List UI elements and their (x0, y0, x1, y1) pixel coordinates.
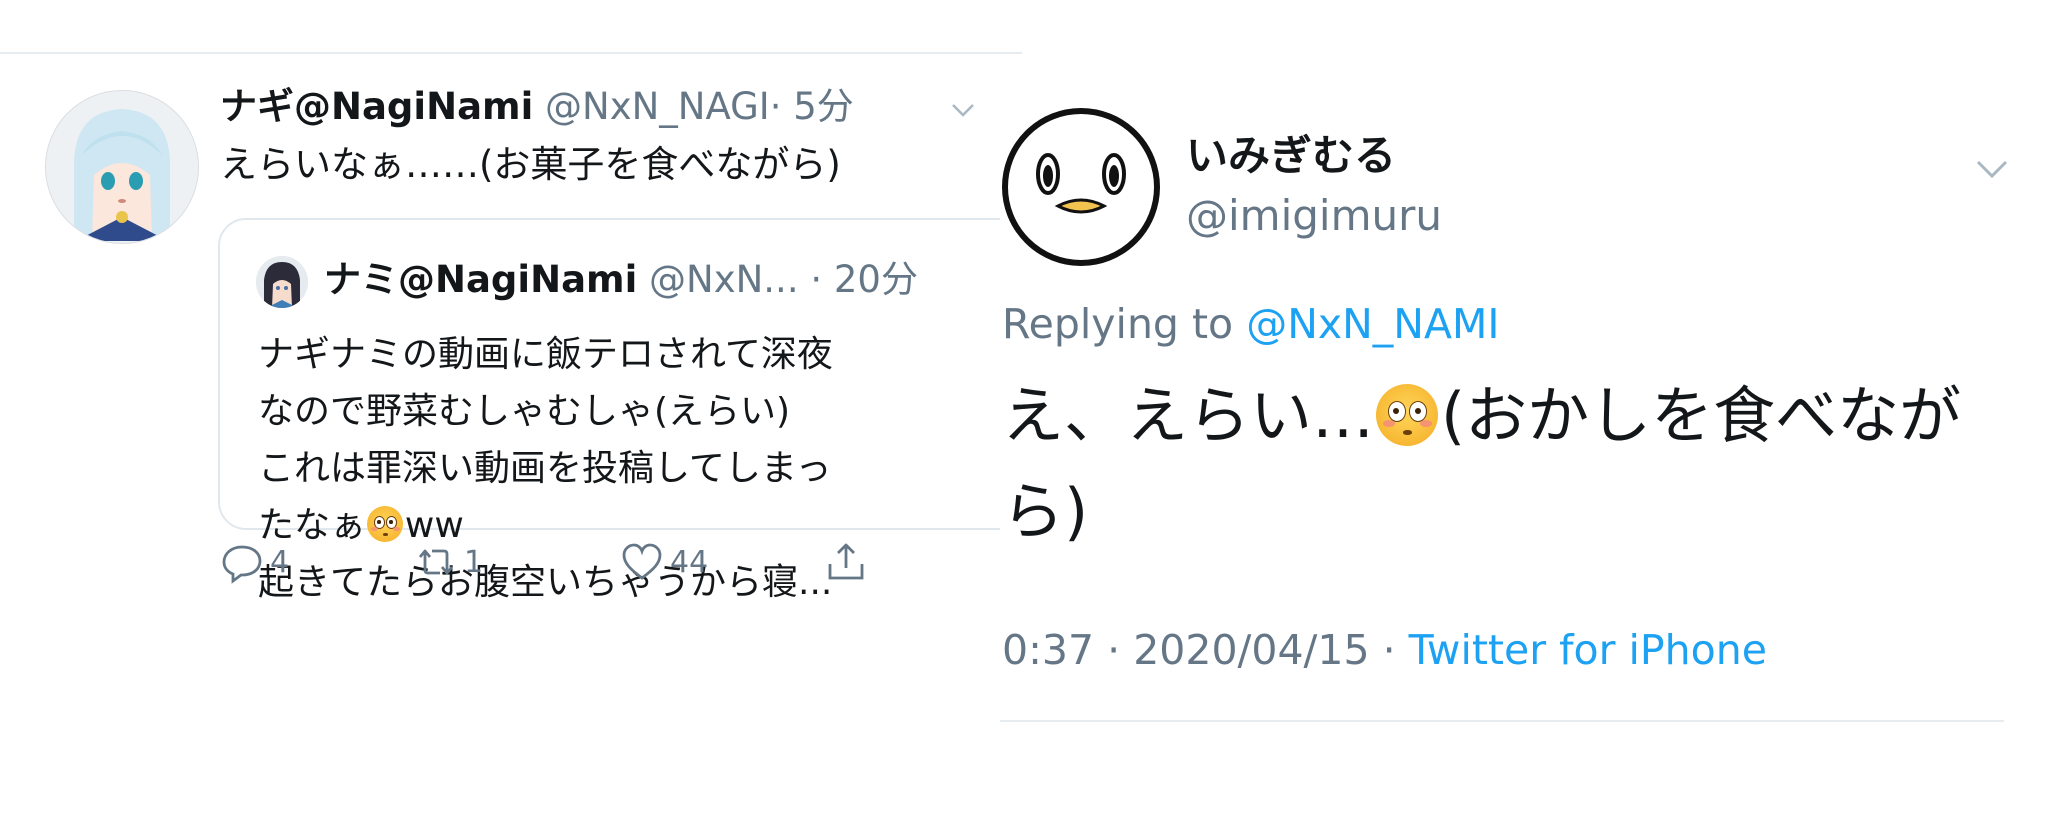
tweet-text-a: え、えらい… (1002, 379, 1375, 452)
tweet-time: 0:37 (1002, 626, 1095, 674)
replying-label: Replying to (1002, 300, 1234, 348)
avatar-illustration (46, 91, 198, 243)
chevron-down-icon[interactable] (1972, 148, 2012, 188)
quote-display-name: ナミ@NagiNami (324, 258, 638, 301)
like-button[interactable]: 44 (620, 532, 708, 592)
heart-icon (622, 543, 662, 580)
divider (1000, 720, 2004, 722)
avatar[interactable] (1002, 108, 1160, 266)
tweet-text: えらいなぁ……(お菓子を食べながら) (220, 143, 841, 186)
handle[interactable]: @imigimuru (1186, 188, 1442, 244)
share-button[interactable] (824, 532, 874, 592)
display-name[interactable]: ナギ@NagiNami (220, 85, 533, 128)
display-name[interactable]: いみぎむる (1186, 128, 1396, 184)
retweet-icon (418, 549, 454, 575)
retweet-button[interactable]: 1 (414, 532, 483, 592)
replying-to: Replying to @NxN_NAMI (1002, 296, 1500, 352)
tweet-text-line: え、えらい… (おかしを食べなが (1002, 368, 2002, 464)
tweet-date: 2020/04/15 (1133, 626, 1370, 674)
meta-separator: · (1382, 626, 1396, 674)
quote-timestamp: · 20分 (810, 258, 918, 301)
mention-link[interactable]: @NxN_NAMI (1246, 300, 1499, 348)
timeline-tweet[interactable]: ナギ@NagiNami @NxN_NAGI· 5分 えらいなぁ……(お菓子を食べ… (0, 52, 1038, 814)
avatar (256, 256, 308, 308)
quote-header: ナミ@NagiNami @NxN... · 20分 (324, 254, 918, 306)
avatar[interactable] (45, 90, 199, 244)
handle[interactable]: @NxN_NAGI (545, 85, 770, 128)
like-count: 44 (670, 544, 709, 580)
flushed-face-emoji-icon (1376, 383, 1439, 446)
reply-count: 4 (270, 544, 290, 580)
tweet-meta: 0:37 · 2020/04/15 · Twitter for iPhone (1002, 622, 1767, 678)
meta-separator: · (1107, 626, 1121, 674)
quote-line: ナギナミの動画に飯テロされて深夜 (258, 334, 833, 375)
quote-handle: @NxN... (649, 258, 799, 301)
timestamp[interactable]: · 5分 (770, 85, 854, 128)
tweet-text-line: ら) (1002, 475, 1089, 548)
quote-line: なので野菜むしゃむしゃ(えらい) (258, 391, 791, 432)
tweet-detail: いみぎむる @imigimuru Replying to @NxN_NAMI え… (1000, 100, 2048, 812)
source-link[interactable]: Twitter for iPhone (1409, 626, 1767, 674)
retweet-count: 1 (464, 544, 484, 580)
quoted-tweet[interactable]: ナミ@NagiNami @NxN... · 20分 ナギナミの動画に飯テロされて… (218, 218, 1038, 603)
penguin-avatar-illustration (1036, 153, 1126, 214)
share-icon (828, 543, 864, 580)
chevron-down-icon[interactable] (950, 96, 976, 122)
reply-button[interactable]: 4 (220, 532, 289, 592)
tweet-header: ナギ@NagiNami @NxN_NAGI· 5分 (220, 82, 854, 132)
tweet-actions: 4 1 44 (218, 532, 898, 592)
reply-icon (222, 545, 262, 584)
tweet-text: え、えらい… (おかしを食べなが ら) (1002, 368, 2002, 560)
quote-line: これは罪深い動画を投稿してしまっ (258, 448, 832, 489)
tweet-text-b: (おかしを食べなが (1440, 379, 1962, 452)
